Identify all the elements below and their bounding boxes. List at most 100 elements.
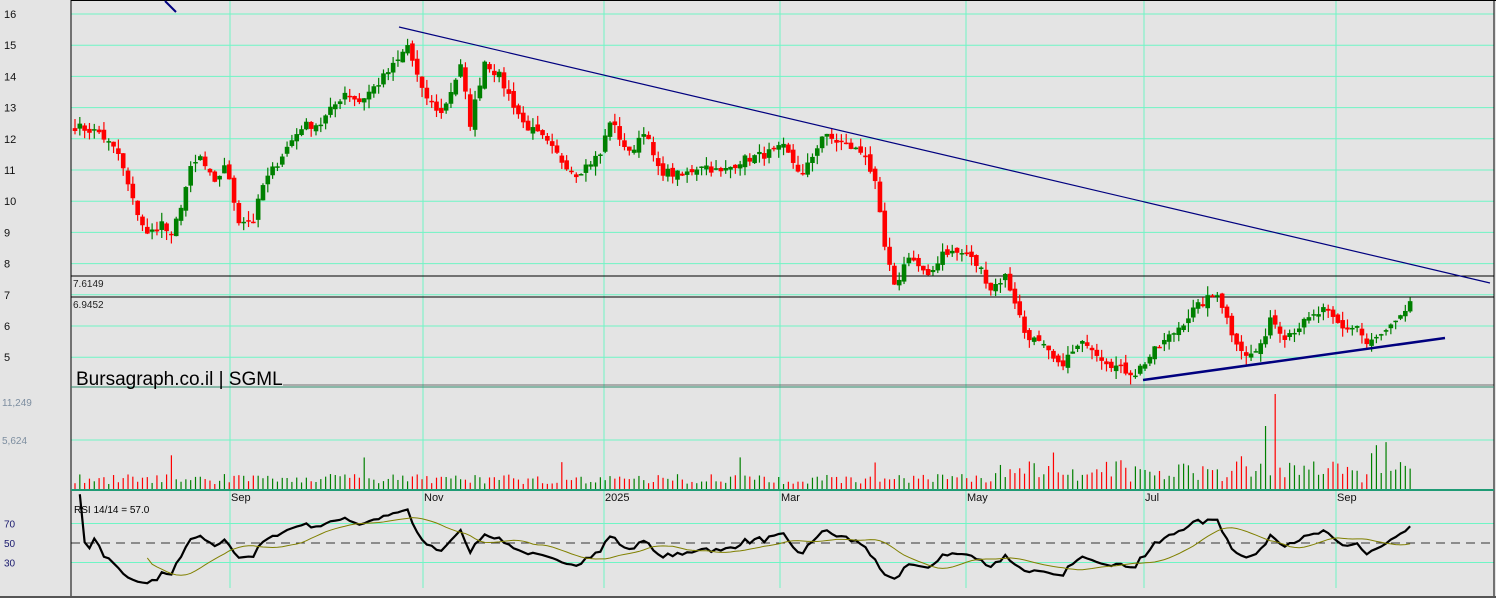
candle-body (125, 170, 131, 185)
candle-body (1022, 316, 1027, 333)
candle (949, 244, 955, 257)
candle-body (202, 156, 208, 167)
candle-body (1407, 301, 1413, 312)
candle (1195, 298, 1201, 314)
candle (723, 160, 728, 174)
candle-body (766, 149, 772, 158)
candle-body (467, 94, 473, 127)
candle (439, 98, 444, 119)
candle-body (1162, 339, 1167, 345)
horizontal-levels: 7.6149 6.9452 (71, 275, 1494, 311)
candle (241, 217, 246, 231)
candle-body (790, 149, 796, 163)
candle (1378, 333, 1384, 341)
candle-body (892, 265, 897, 285)
candle-body (588, 164, 594, 167)
candle-body (593, 155, 598, 167)
candle-body (839, 140, 844, 143)
candle-body (607, 122, 613, 137)
candle-body (1282, 335, 1288, 340)
candle-body (699, 166, 704, 168)
candle-body (814, 148, 820, 156)
candle (689, 164, 695, 176)
candle (887, 237, 892, 272)
candle (1248, 344, 1254, 361)
candle-body (434, 101, 439, 111)
candle (1306, 311, 1312, 324)
candle (829, 128, 835, 144)
candle (260, 183, 266, 201)
price-tick-label: 5 (4, 352, 10, 364)
candle (1157, 344, 1162, 349)
candle-body (501, 72, 507, 89)
candle (135, 200, 140, 221)
candle (140, 214, 145, 232)
candle-body (222, 165, 227, 174)
candle-body (361, 98, 367, 103)
candle-body (1094, 349, 1100, 356)
candle-body (1268, 317, 1273, 336)
candle (173, 216, 179, 237)
candle-body (795, 164, 801, 172)
candle (1224, 304, 1230, 325)
candle-body (1118, 364, 1124, 367)
candle-body (1099, 357, 1104, 361)
candle (96, 125, 102, 135)
candle-body (429, 100, 434, 103)
candle-body (1142, 364, 1148, 369)
candle (607, 121, 613, 141)
candle (342, 86, 348, 105)
candle-body (974, 255, 979, 266)
candle (858, 138, 863, 155)
candle (1060, 353, 1066, 371)
candle (1383, 328, 1389, 336)
rsi-line (78, 494, 1411, 585)
candle-body (747, 157, 753, 162)
candle (501, 67, 507, 97)
candle-body (140, 216, 145, 226)
candle-body (91, 129, 97, 131)
candle-body (284, 146, 290, 154)
candle (419, 76, 425, 98)
candle-body (1060, 360, 1066, 367)
candle-body (921, 265, 926, 271)
candle-body (130, 183, 136, 199)
candle (752, 154, 757, 164)
x-tick-label: 2025 (605, 492, 629, 504)
candle (916, 254, 921, 272)
candle (704, 157, 709, 176)
candle-body (1157, 346, 1162, 349)
candle (935, 256, 941, 274)
candle (853, 146, 859, 150)
candle (814, 145, 820, 165)
candle-body (1041, 343, 1047, 346)
candle-body (1306, 317, 1312, 321)
candle-body (916, 257, 921, 267)
candle-body (477, 85, 483, 99)
candle-body (530, 127, 536, 134)
candle (680, 171, 685, 176)
candle (424, 79, 430, 106)
candle-body (1084, 342, 1090, 346)
candle (675, 170, 680, 186)
candle-body (786, 144, 791, 153)
candle (660, 156, 666, 181)
candle-body (689, 169, 695, 173)
candle (1350, 325, 1355, 336)
candle-body (578, 174, 584, 176)
candle-body (675, 170, 680, 180)
candle-body (1036, 335, 1042, 341)
candle-body (236, 203, 242, 224)
candle (805, 153, 810, 178)
candle (901, 256, 907, 285)
candle (1099, 349, 1104, 370)
candle-body (1378, 334, 1384, 336)
candle (545, 133, 550, 145)
candle (993, 278, 998, 297)
candle (1012, 282, 1018, 309)
candle-body (670, 167, 675, 177)
candle-body (1253, 351, 1259, 353)
candle (1142, 362, 1148, 371)
candle (1190, 299, 1196, 322)
candle-body (1186, 318, 1191, 324)
